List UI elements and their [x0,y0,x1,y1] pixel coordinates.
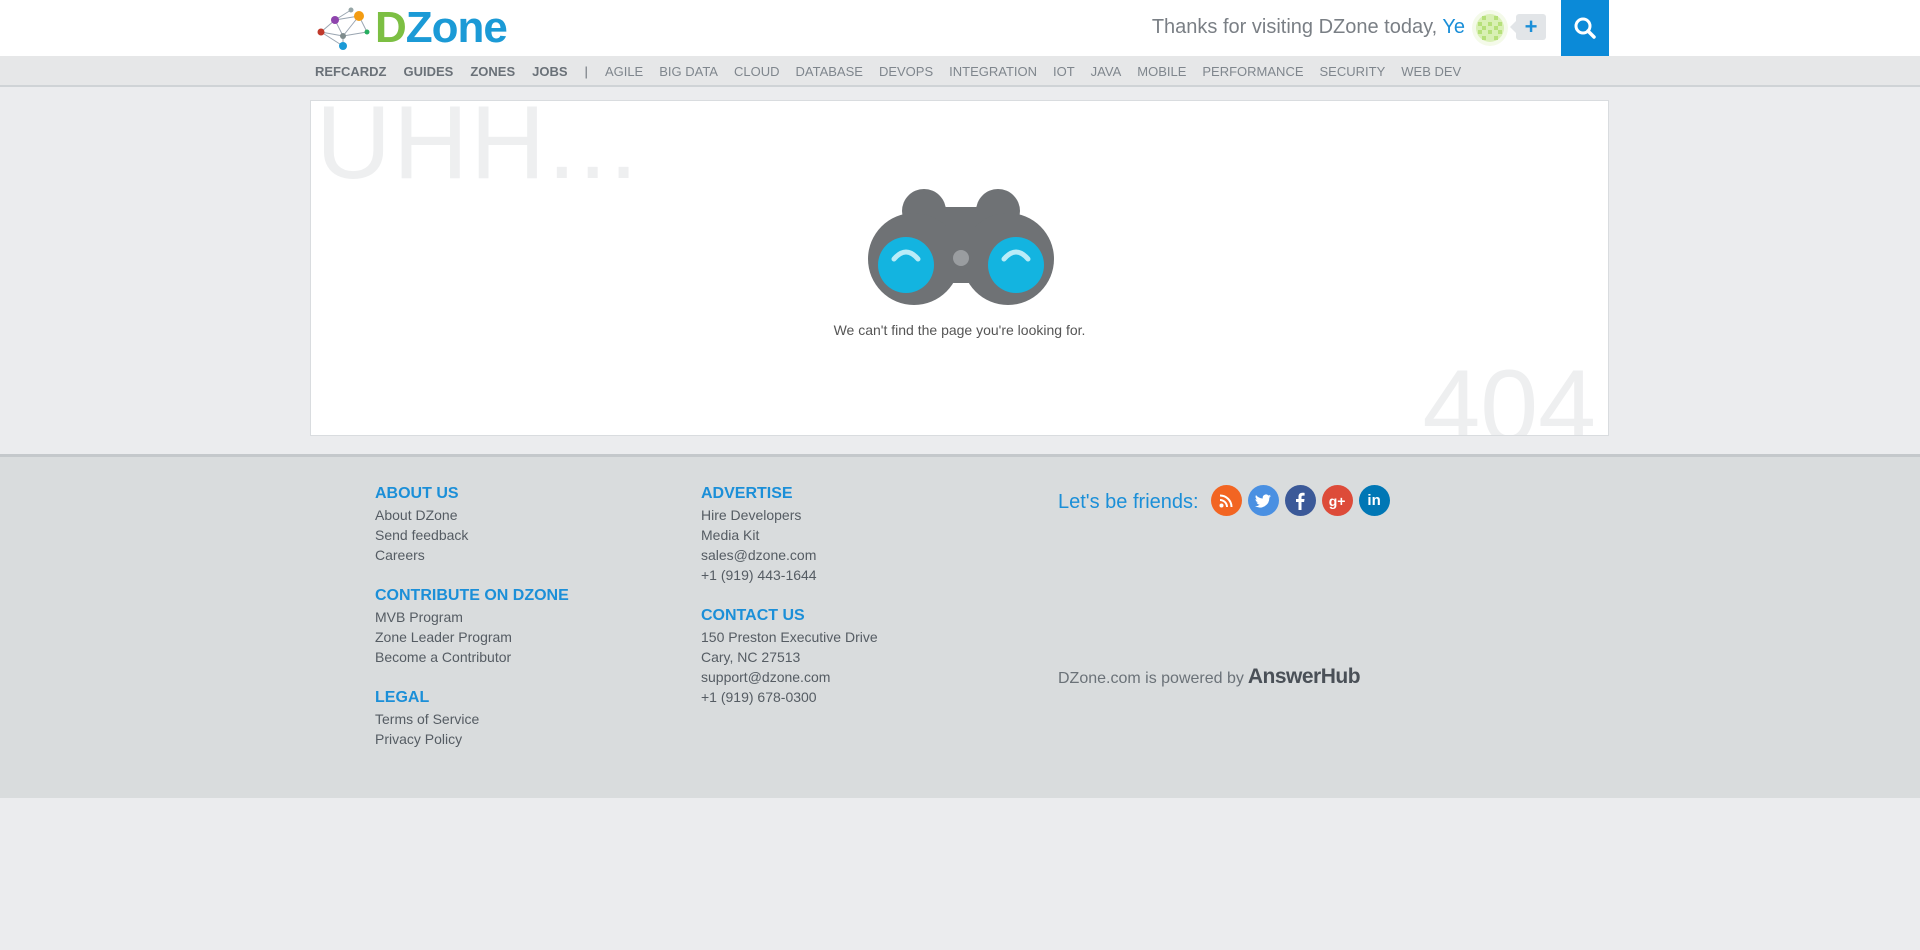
linkedin-link[interactable]: in [1358,485,1390,516]
nav-topic-performance[interactable]: PERFORMANCE [1202,64,1303,79]
linkedin-icon: in [1367,492,1381,509]
social-links: Let's be friends: g+ in [1058,485,1396,516]
nav-topic-iot[interactable]: IOT [1053,64,1075,79]
about-us-heading: ABOUT US [375,485,459,502]
footer-link-privacy[interactable]: Privacy Policy [375,729,569,749]
nav-item-jobs[interactable]: JOBS [532,64,567,79]
nav-separator: | [584,64,588,79]
footer-link-terms[interactable]: Terms of Service [375,709,569,729]
answerhub-logo[interactable]: AnswerHub [1248,665,1361,689]
rss-link[interactable] [1210,485,1242,516]
twitter-link[interactable] [1247,485,1279,516]
nav-item-guides[interactable]: GUIDES [404,64,454,79]
identicon-icon [1472,10,1508,46]
main-nav: REFCARDZ GUIDES ZONES JOBS | AGILE BIG D… [0,56,1920,87]
contribute-heading: CONTRIBUTE ON DZONE [375,587,569,604]
footer-link-sales-email[interactable]: sales@dzone.com [701,545,878,565]
error-code: 404 [1422,349,1596,436]
footer-column-left: ABOUT US About DZone Send feedback Caree… [375,484,569,770]
footer-link-become-contributor[interactable]: Become a Contributor [375,647,569,667]
nav-topic-big-data[interactable]: BIG DATA [659,64,718,79]
footer-address-street: 150 Preston Executive Drive [701,629,878,645]
dzone-logo[interactable]: DZone [313,3,508,52]
footer-support-phone: +1 (919) 678-0300 [701,689,817,705]
twitter-icon [1255,493,1272,507]
nav-item-refcardz[interactable]: REFCARDZ [315,64,387,79]
background-uhh-text: UHH... [316,100,640,201]
friends-label: Let's be friends: [1058,491,1199,513]
binoculars-icon [868,189,1054,305]
footer-link-send-feedback[interactable]: Send feedback [375,525,569,545]
logo-wordmark: DZone [375,3,508,52]
advertise-heading: ADVERTISE [701,485,793,502]
error-card: UHH... 404 We can't find the page you're… [310,100,1609,436]
search-button[interactable] [1561,0,1609,56]
facebook-link[interactable] [1284,485,1316,516]
nav-topic-cloud[interactable]: CLOUD [734,64,780,79]
footer-sales-phone: +1 (919) 443-1644 [701,567,817,583]
nav-topic-web-dev[interactable]: WEB DEV [1401,64,1461,79]
nav-topic-agile[interactable]: AGILE [605,64,643,79]
nav-item-zones[interactable]: ZONES [470,64,515,79]
nav-topic-mobile[interactable]: MOBILE [1137,64,1186,79]
footer-link-hire-developers[interactable]: Hire Developers [701,505,878,525]
powered-by: DZone.com is powered by AnswerHub [1058,665,1361,689]
footer-link-media-kit[interactable]: Media Kit [701,525,878,545]
footer-link-zone-leader[interactable]: Zone Leader Program [375,627,569,647]
footer-link-mvb-program[interactable]: MVB Program [375,607,569,627]
nav-topic-integration[interactable]: INTEGRATION [949,64,1037,79]
network-logo-icon [317,7,370,50]
greeting-prefix: Thanks for visiting DZone today, [1151,16,1438,38]
rss-icon [1219,494,1233,507]
facebook-icon [1296,492,1305,510]
nav-topic-security[interactable]: SECURITY [1320,64,1386,79]
google-plus-link[interactable]: g+ [1321,485,1353,516]
footer-address-city: Cary, NC 27513 [701,649,801,665]
footer-link-support-email[interactable]: support@dzone.com [701,667,878,687]
nav-topic-database[interactable]: DATABASE [796,64,863,79]
greeting-username[interactable]: Ye [1442,16,1465,38]
add-content-button[interactable]: + [1510,14,1546,40]
not-found-message: We can't find the page you're looking fo… [833,322,1086,338]
footer-link-careers[interactable]: Careers [375,545,569,565]
site-header: DZone Thanks for visiting DZone today, Y… [0,0,1920,56]
footer-link-about-dzone[interactable]: About DZone [375,505,569,525]
search-icon [1574,17,1596,39]
legal-heading: LEGAL [375,689,430,706]
site-footer: ABOUT US About DZone Send feedback Caree… [0,454,1920,798]
footer-column-middle: ADVERTISE Hire Developers Media Kit sale… [701,484,878,728]
user-avatar[interactable] [1472,10,1508,46]
greeting-text: Thanks for visiting DZone today, Ye [1152,16,1465,39]
nav-topic-java[interactable]: JAVA [1091,64,1122,79]
nav-topic-devops[interactable]: DEVOPS [879,64,933,79]
contact-us-heading: CONTACT US [701,607,805,624]
powered-by-text: DZone.com is powered by [1058,670,1244,687]
google-plus-icon: g+ [1328,492,1346,509]
